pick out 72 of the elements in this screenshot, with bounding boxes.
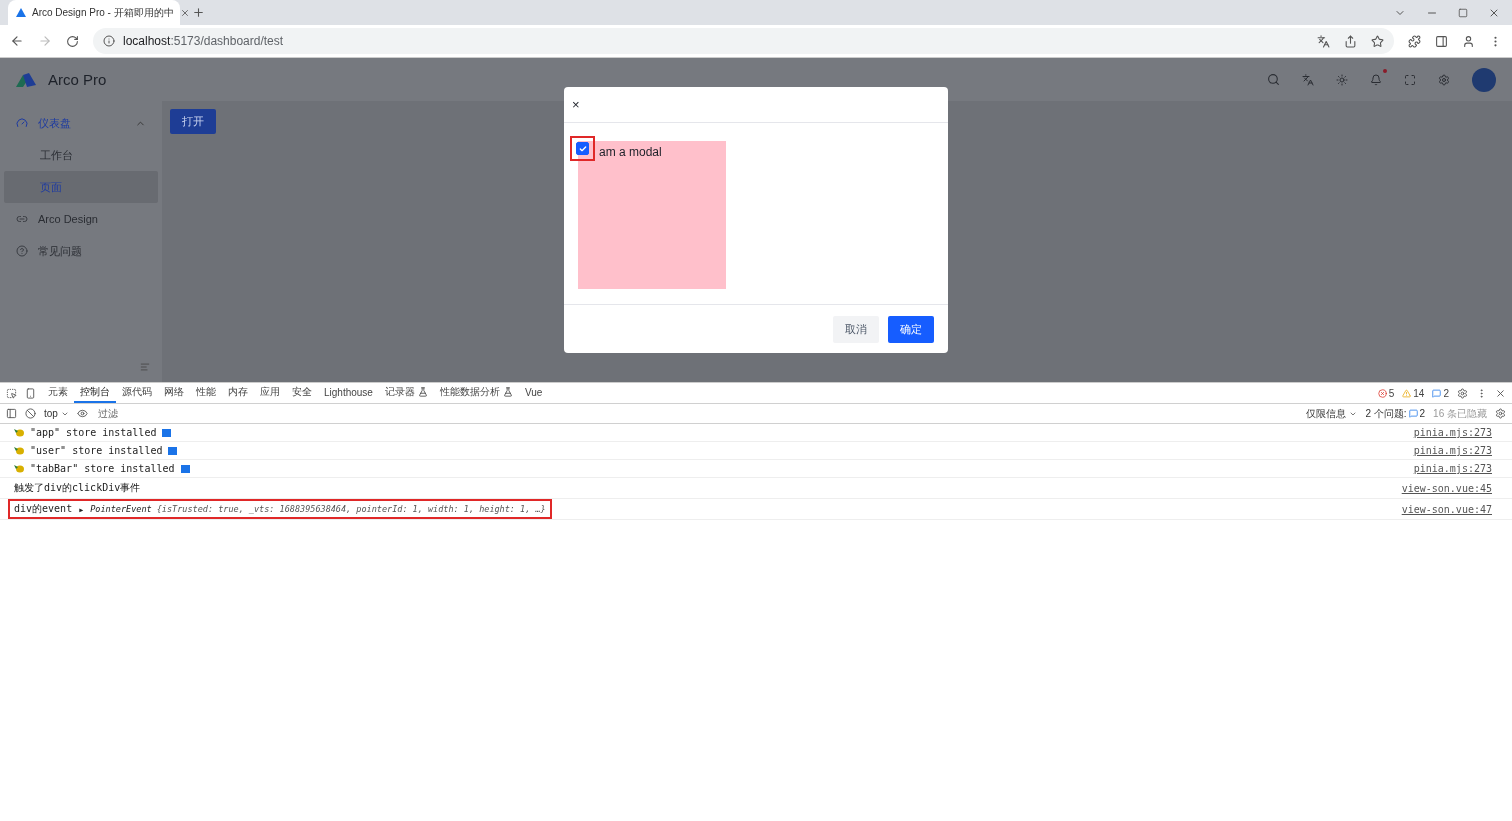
checkbox-label: am a modal [599,144,662,159]
devtools-tab[interactable]: Vue [518,383,549,403]
close-icon[interactable] [179,7,190,18]
restore-icon[interactable] [1458,6,1468,19]
star-icon[interactable] [1371,34,1384,48]
question-icon [16,245,28,257]
gauge-icon [16,117,28,129]
levels-select[interactable]: 仅限信息 [1306,406,1358,421]
source-link[interactable]: pinia.mjs:273 [1413,445,1492,456]
address-bar[interactable]: localhost:5173/dashboard/test [93,28,1394,54]
source-link[interactable]: pinia.mjs:273 [1413,463,1492,474]
devtools-tab[interactable]: 元素 [42,383,74,403]
source-link[interactable]: pinia.mjs:273 [1413,427,1492,438]
source-link[interactable]: view-son.vue:45 [1401,482,1492,494]
tab-title: Arco Design Pro - 开箱即用的中 [32,5,174,20]
confirm-button[interactable]: 确定 [888,315,934,343]
close-icon[interactable] [1495,387,1506,399]
devtools-tab[interactable]: 网络 [158,383,190,403]
issues-button[interactable]: 2 个问题: 2 [1365,406,1426,421]
puzzle-icon[interactable] [1408,34,1421,48]
settings-icon[interactable] [1495,408,1506,419]
devtools-tab[interactable]: 源代码 [116,383,158,403]
share-icon[interactable] [1344,34,1357,48]
logo-icon [16,8,26,17]
back-icon[interactable] [10,34,24,48]
console-message: "app" store installed [8,424,178,441]
profile-icon[interactable] [1462,34,1475,48]
inspect-icon[interactable] [6,387,17,399]
info-count[interactable]: 2 [1432,387,1449,399]
translate-icon[interactable] [1302,73,1314,86]
device-icon[interactable] [25,387,36,399]
check-icon [578,144,587,153]
reload-icon[interactable] [66,34,79,48]
avatar[interactable] [1472,67,1496,92]
source-link[interactable]: view-son.vue:47 [1401,503,1492,515]
sidebar-toggle-icon[interactable] [6,408,17,419]
link-icon [16,213,28,225]
side-panel-icon[interactable] [1435,34,1448,48]
devtools-tab[interactable]: Lighthouse [318,383,379,403]
console-message: "user" store installed [8,442,184,459]
search-icon[interactable] [1267,73,1280,86]
error-count[interactable]: 5 [1377,387,1395,399]
logo-icon [16,72,36,87]
brand-name: Arco Pro [48,71,107,88]
message-icon [1408,409,1418,418]
translate-icon[interactable] [1317,34,1330,48]
new-tab-icon[interactable] [192,6,205,19]
sun-icon[interactable] [1336,73,1348,86]
checkbox[interactable] [576,142,589,155]
context-select[interactable]: top [44,408,69,419]
devtools-tab[interactable]: 记录器 [378,383,434,403]
open-button[interactable]: 打开 [170,109,216,134]
devtools-tab[interactable]: 应用 [254,383,286,403]
settings-icon[interactable] [1457,387,1468,399]
url-text: localhost:5173/dashboard/test [123,34,284,48]
console-message: div的event ▸ PointerEvent {isTrusted: true, _vts: 1688395638464, pointerId: 1, width: 1, height: 1, …} [8,499,552,519]
devtools-tab[interactable]: 安全 [286,383,318,403]
info-icon [103,35,115,47]
hidden-count: 16 条已隐藏 [1433,406,1487,421]
console-message: "tabBar" store installed [8,460,196,477]
console-message: 触发了div的clickDiv事件 [13,481,142,495]
warning-count[interactable]: 14 [1402,387,1425,399]
settings-icon[interactable] [1438,73,1450,86]
fullscreen-icon[interactable] [1404,73,1416,86]
devtools-tab[interactable]: 控制台 [74,383,116,403]
cancel-button[interactable]: 取消 [833,315,879,343]
close-button[interactable]: × [570,97,582,112]
devtools-tab[interactable]: 性能 [190,383,222,403]
devtools-tab[interactable]: 性能数据分析 [433,383,519,403]
devtools-tab[interactable]: 内存 [222,383,254,403]
eye-icon[interactable] [76,408,88,419]
clear-icon[interactable] [25,408,36,419]
